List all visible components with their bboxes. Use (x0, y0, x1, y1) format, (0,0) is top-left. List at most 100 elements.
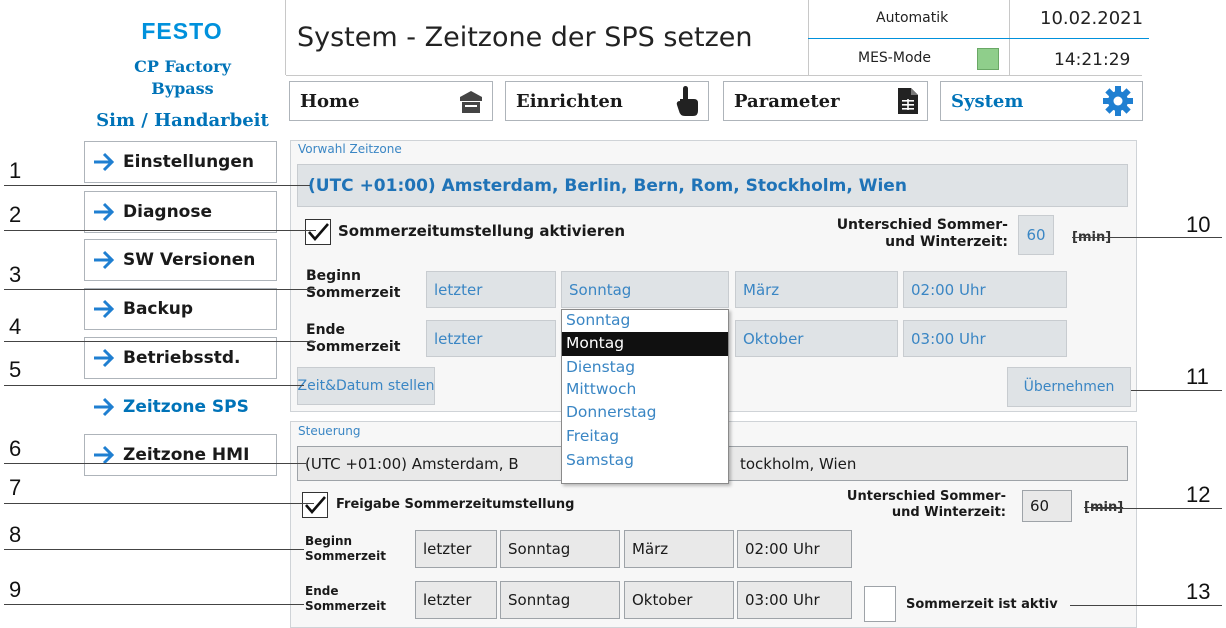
tab-einrichten[interactable]: Einrichten (505, 81, 709, 121)
callout-number: 8 (9, 522, 22, 547)
begin-time-select[interactable]: 02:00 Uhr (903, 271, 1067, 308)
plc-end-dst-label-line: Ende (305, 584, 339, 598)
sidebar-item-zeitzone-hmi[interactable]: Zeitzone HMI (84, 434, 277, 476)
header-divider (285, 0, 286, 75)
hand-pointer-icon (676, 86, 698, 116)
callout-number: 1 (9, 158, 22, 183)
status-mode: Automatik (876, 10, 949, 26)
header-time: 14:21:29 (1054, 50, 1131, 70)
end-dst-label-line: Ende (306, 322, 346, 338)
plc-begin-time: 02:00 Uhr (737, 530, 852, 568)
header-date: 10.02.2021 (1040, 8, 1144, 29)
sidebar-item-label: SW Versionen (123, 250, 256, 270)
sidebar-item-label: Diagnose (123, 202, 213, 222)
callout-number: 7 (9, 475, 22, 500)
tab-system[interactable]: System (940, 81, 1143, 121)
begin-time-value: 02:00 Uhr (911, 280, 986, 299)
callout-line (4, 185, 310, 186)
day-option-donnerstag[interactable]: Donnerstag (562, 401, 728, 425)
tab-parameter[interactable]: Parameter (723, 81, 928, 121)
sidebar-item-einstellungen[interactable]: Einstellungen (84, 141, 277, 183)
callout-line (1131, 390, 1222, 391)
begin-dst-label-line: Sommerzeit (306, 285, 401, 301)
begin-day-select[interactable]: Sonntag (561, 271, 729, 308)
tab-parameter-label: Parameter (734, 90, 840, 112)
plc-end-time: 03:00 Uhr (737, 581, 852, 619)
plc-dst-diff-label-line: und Winterzeit: (891, 505, 1006, 520)
sidebar-item-label: Zeitzone HMI (123, 445, 250, 465)
begin-month-select[interactable]: März (735, 271, 898, 308)
callout-number: 13 (1186, 579, 1211, 604)
dst-release-checkbox (302, 492, 328, 518)
plc-begin-dst-label-line: Sommerzeit (305, 549, 386, 563)
callout-line (4, 385, 304, 386)
callout-number: 9 (9, 577, 22, 602)
timezone-select[interactable]: (UTC +01:00) Amsterdam, Berlin, Bern, Ro… (297, 164, 1128, 207)
dst-release-label: Freigabe Sommerzeitumstellung (336, 497, 575, 512)
sidebar-item-label: Betriebsstd. (123, 348, 241, 368)
sidebar-item-label: Einstellungen (123, 152, 254, 172)
plc-begin-month: März (624, 530, 734, 568)
sidebar-item-diagnose[interactable]: Diagnose (84, 191, 277, 233)
set-datetime-button[interactable]: Zeit&Datum stellen (297, 367, 435, 405)
tab-home[interactable]: Home (289, 81, 493, 121)
day-option-mittwoch[interactable]: Mittwoch (562, 380, 728, 401)
callout-number: 10 (1186, 212, 1211, 237)
dst-enable-checkbox[interactable] (305, 219, 331, 245)
arrow-right-icon (94, 250, 115, 270)
end-dst-label: Ende Sommerzeit (306, 322, 400, 356)
dst-active-indicator (864, 586, 896, 622)
callout-line (4, 230, 316, 231)
arrow-right-icon (94, 397, 115, 417)
sidebar-item-sw-versionen[interactable]: SW Versionen (84, 239, 277, 281)
callout-number: 11 (1186, 364, 1209, 389)
day-option-sonntag[interactable]: Sonntag (562, 310, 728, 332)
callout-line (1070, 605, 1222, 606)
checkmark-icon (305, 496, 326, 514)
arrow-right-icon (94, 202, 115, 222)
apply-button[interactable]: Übernehmen (1007, 367, 1131, 407)
callout-line (1072, 237, 1222, 238)
end-month-select[interactable]: Oktober (735, 320, 898, 357)
end-week-value: letzter (434, 329, 483, 348)
dst-diff-label-line: Unterschied Sommer- (836, 217, 1008, 233)
tab-system-label: System (951, 90, 1024, 112)
begin-day-value: Sonntag (569, 280, 632, 299)
tab-home-label: Home (300, 90, 360, 112)
sidebar-item-label: Backup (123, 299, 194, 319)
gear-icon (1103, 86, 1133, 116)
day-option-samstag[interactable]: Samstag (562, 449, 728, 473)
dst-enable-label: Sommerzeitumstellung aktivieren (338, 222, 626, 240)
sidebar-item-zeitzone-sps[interactable]: Zeitzone SPS (84, 386, 277, 428)
day-option-dienstag[interactable]: Dienstag (562, 356, 728, 380)
plc-dst-diff-value: 60 (1022, 490, 1072, 522)
header-bottom-line (286, 75, 1142, 76)
plc-begin-day: Sonntag (500, 530, 620, 568)
callout-number: 5 (9, 357, 22, 382)
sidebar-item-betriebsstd[interactable]: Betriebsstd. (84, 337, 277, 379)
end-week-select[interactable]: letzter (426, 320, 556, 357)
callout-line (4, 289, 316, 290)
day-option-montag[interactable]: Montag (562, 332, 728, 356)
callout-number: 3 (9, 262, 22, 287)
callout-number: 4 (9, 314, 22, 339)
begin-week-value: letzter (434, 280, 483, 299)
callout-line (4, 604, 304, 605)
dst-diff-input[interactable]: 60 (1018, 215, 1054, 255)
plc-timezone-text: tockholm, Wien (740, 454, 857, 473)
dst-active-label: Sommerzeit ist aktiv (906, 597, 1058, 612)
callout-line (4, 503, 314, 504)
dst-diff-label-line: und Winterzeit: (885, 234, 1008, 250)
end-time-select[interactable]: 03:00 Uhr (903, 320, 1067, 357)
plc-end-day: Sonntag (500, 581, 620, 619)
plc-begin-week: letzter (415, 530, 497, 568)
end-month-value: Oktober (743, 329, 804, 348)
day-option-freitag[interactable]: Freitag (562, 425, 728, 449)
begin-week-select[interactable]: letzter (426, 271, 556, 308)
plc-end-dst-label: Ende Sommerzeit (305, 584, 386, 614)
plc-dst-diff-label: Unterschied Sommer- und Winterzeit: (812, 489, 1006, 521)
plc-end-month: Oktober (624, 581, 734, 619)
begin-dst-label: Beginn Sommerzeit (306, 268, 400, 302)
plc-dst-diff-label-line: Unterschied Sommer- (846, 489, 1006, 504)
sidebar-item-backup[interactable]: Backup (84, 288, 277, 330)
